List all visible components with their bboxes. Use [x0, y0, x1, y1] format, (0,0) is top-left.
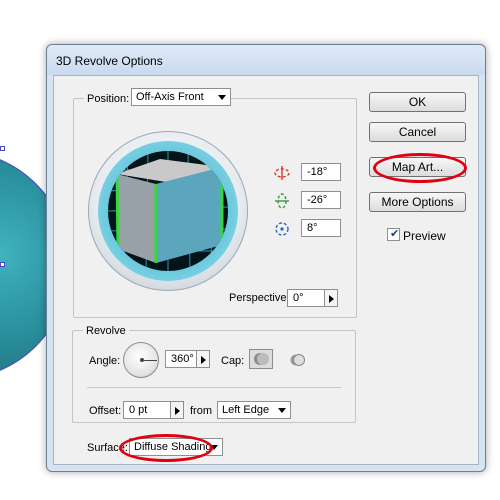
- stepper-right-icon: [329, 295, 334, 303]
- title-bar[interactable]: 3D Revolve Options: [47, 45, 485, 75]
- from-edge-value: Left Edge: [222, 404, 270, 416]
- offset-stepper[interactable]: [171, 401, 184, 419]
- surface-label: Surface:: [87, 442, 128, 454]
- perspective-stepper[interactable]: [325, 289, 338, 307]
- angle-stepper[interactable]: [197, 350, 210, 368]
- preview-label[interactable]: Preview: [403, 229, 446, 243]
- position-preset-value: Off-Axis Front: [136, 91, 204, 103]
- stepper-right-icon: [175, 407, 180, 415]
- selection-handle[interactable]: [0, 262, 5, 267]
- cube-left-face: [117, 174, 156, 263]
- cap-on-icon: [254, 353, 269, 365]
- dial-needle: [142, 360, 157, 361]
- rotate-z-axis-icon: [275, 222, 289, 236]
- chevron-down-icon: [278, 408, 286, 413]
- from-edge-select[interactable]: Left Edge: [217, 401, 291, 419]
- ok-button[interactable]: OK: [369, 92, 466, 112]
- angle-field[interactable]: 360°: [165, 350, 197, 368]
- cube-preview: [108, 151, 228, 271]
- cap-off-icon[interactable]: [288, 351, 306, 369]
- stepper-right-icon: [201, 356, 206, 364]
- more-options-button[interactable]: More Options: [369, 192, 466, 212]
- cap-label: Cap:: [221, 355, 245, 367]
- offset-label: Offset:: [89, 405, 122, 417]
- x-rotation-field[interactable]: -18°: [301, 163, 341, 181]
- divider: [87, 387, 341, 388]
- surface-select[interactable]: Diffuse Shading: [129, 438, 223, 456]
- angle-dial[interactable]: [123, 342, 159, 378]
- perspective-label: Perspective:: [229, 292, 290, 304]
- revolve-legend: Revolve: [83, 325, 129, 337]
- cancel-button[interactable]: Cancel: [369, 122, 466, 142]
- preview-checkbox[interactable]: ✔: [387, 228, 400, 241]
- trackball-view[interactable]: [108, 151, 228, 271]
- position-label: Position:: [84, 93, 133, 105]
- selection-handle[interactable]: [0, 146, 5, 151]
- cube-edge-left: [115, 173, 120, 250]
- dialog-title: 3D Revolve Options: [56, 54, 163, 68]
- z-rotation-field[interactable]: 8°: [301, 219, 341, 237]
- from-label: from: [190, 405, 212, 417]
- surface-value: Diffuse Shading: [134, 441, 212, 453]
- perspective-field[interactable]: 0°: [287, 289, 325, 307]
- position-preset-select[interactable]: Off-Axis Front: [131, 88, 231, 106]
- offset-field[interactable]: 0 pt: [123, 401, 171, 419]
- screen: 3D Revolve Options Position: Off-Axis Fr…: [0, 0, 500, 500]
- angle-label: Angle:: [89, 355, 121, 367]
- cap-on-toggle[interactable]: [249, 349, 273, 369]
- checkmark-icon: ✔: [390, 228, 400, 240]
- revolve-options-dialog: 3D Revolve Options Position: Off-Axis Fr…: [46, 44, 486, 472]
- y-rotation-field[interactable]: -26°: [301, 191, 341, 209]
- chevron-down-icon: [210, 445, 218, 450]
- map-art-button[interactable]: Map Art...: [369, 157, 466, 177]
- chevron-down-icon: [218, 95, 226, 100]
- rotate-x-axis-icon: [274, 166, 290, 180]
- rotate-y-axis-icon: [275, 193, 289, 209]
